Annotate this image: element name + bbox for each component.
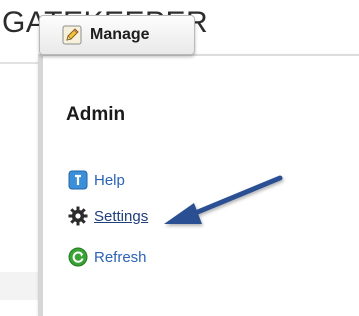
menu-item-help-label: Help xyxy=(94,171,125,189)
refresh-icon xyxy=(68,247,88,267)
help-icon xyxy=(68,170,88,190)
manage-button[interactable]: Manage xyxy=(39,15,195,55)
pointer-arrow xyxy=(164,175,283,224)
menu-item-settings-label: Settings xyxy=(94,207,149,225)
admin-section-title: Admin xyxy=(66,104,126,125)
menu-item-refresh-label: Refresh xyxy=(94,248,147,266)
menu-item-help[interactable]: Help xyxy=(68,169,125,191)
pencil-icon xyxy=(62,25,82,45)
background-strip xyxy=(0,272,40,300)
menu-item-settings[interactable]: Settings xyxy=(68,205,148,227)
manage-button-label: Manage xyxy=(90,26,150,43)
menu-item-refresh[interactable]: Refresh xyxy=(68,246,147,268)
gear-icon xyxy=(68,206,88,226)
